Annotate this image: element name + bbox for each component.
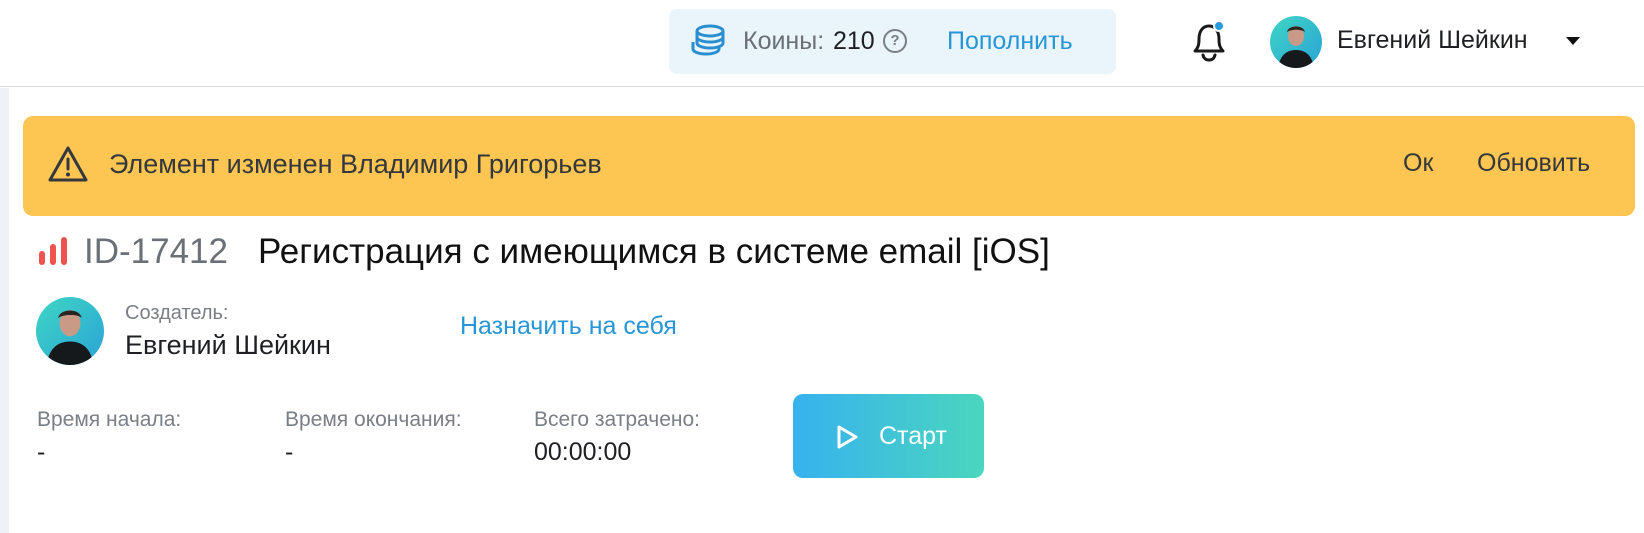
avatar[interactable] [1270, 16, 1322, 68]
bell-icon[interactable] [1187, 18, 1227, 64]
coins-value: 210 [833, 27, 875, 55]
total-time-value: 00:00:00 [534, 438, 632, 466]
start-time-value: - [37, 438, 46, 466]
coins-label: Коины: [743, 27, 825, 55]
priority-bars-icon [39, 237, 67, 265]
caret-down-icon[interactable] [1566, 37, 1580, 45]
change-notification-banner: Элемент изменен Владимир Григорьев Ок Об… [23, 116, 1635, 216]
banner-message: Элемент изменен Владимир Григорьев [109, 149, 602, 179]
refresh-button[interactable]: Обновить [1477, 149, 1590, 178]
warning-triangle-icon [48, 146, 88, 182]
creator-avatar-image [36, 297, 104, 365]
total-time-label: Всего затрачено: [534, 408, 700, 431]
page-title: Регистрация с имеющимся в системе email … [258, 232, 1050, 271]
top-bar: Коины: 210 ? Пополнить Евгений Шейкин [0, 0, 1644, 87]
start-button[interactable]: Старт [793, 394, 984, 478]
end-time-label: Время окончания: [285, 408, 462, 431]
start-time-label: Время начала: [37, 408, 182, 431]
assign-to-me-link[interactable]: Назначить на себя [460, 312, 677, 341]
ok-button[interactable]: Ок [1403, 149, 1433, 178]
left-sidebar-edge [0, 88, 9, 533]
end-time-value: - [285, 438, 294, 466]
user-name[interactable]: Евгений Шейкин [1337, 26, 1528, 55]
topup-link[interactable]: Пополнить [947, 27, 1073, 56]
question-circle-icon[interactable]: ? [883, 29, 907, 53]
avatar-image [1270, 16, 1322, 68]
creator-label: Создатель: [125, 302, 229, 324]
creator-name: Евгений Шейкин [125, 330, 331, 360]
coins-stack-icon [691, 24, 725, 56]
start-button-label: Старт [879, 422, 947, 450]
play-icon [837, 425, 858, 449]
creator-avatar [36, 297, 104, 365]
task-id: ID-17412 [84, 232, 228, 271]
coins-panel: Коины: 210 ? Пополнить [669, 9, 1116, 74]
